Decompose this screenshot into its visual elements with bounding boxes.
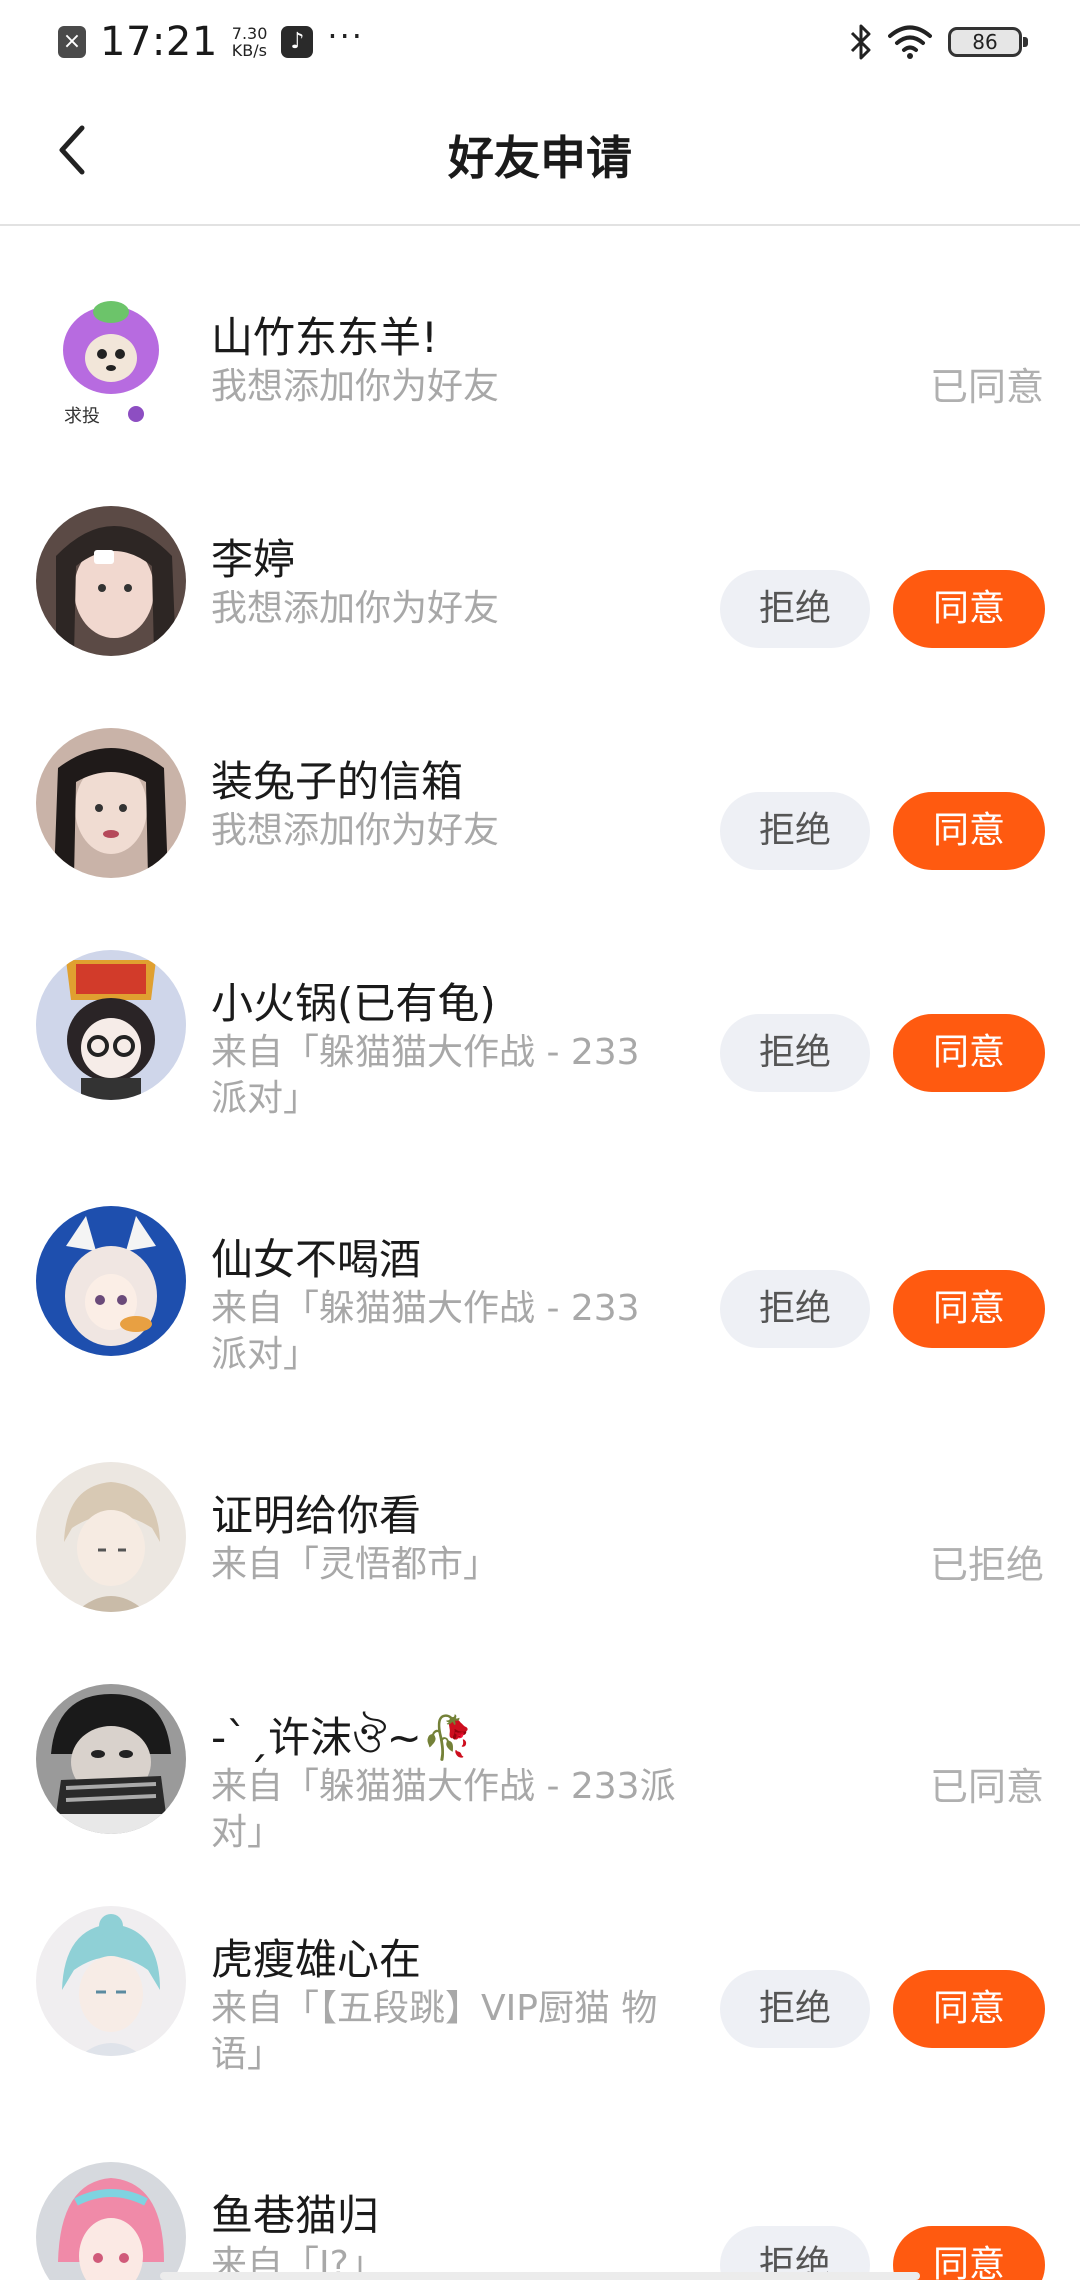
requester-name: 小火锅(已有龟) (211, 979, 496, 1028)
network-speed: 7.30 KB/s (232, 25, 268, 59)
avatar-character-icon (36, 1906, 186, 2056)
status-time: 17:21 (100, 19, 218, 65)
request-info: 装兔子的信箱 我想添加你为好友 (211, 756, 681, 854)
request-note: 我想添加你为好友 (211, 810, 500, 851)
avatar[interactable] (36, 1684, 186, 1834)
battery-icon: 86 (948, 27, 1028, 57)
request-info: 虎瘦雄心在 来自「【五段跳】VIP厨猫 物语」 (211, 1934, 681, 2078)
avatar[interactable] (36, 506, 186, 656)
avatar[interactable] (36, 1462, 186, 1612)
requester-name: 鱼巷猫归 (211, 2191, 380, 2240)
request-info: 小火锅(已有龟) 来自「躲猫猫大作战 - 233 派对」 (211, 978, 681, 1122)
reject-button[interactable]: 拒绝 (720, 1014, 870, 1092)
avatar-character-icon (36, 1462, 186, 1612)
notification-close-icon: × (58, 26, 86, 58)
reject-button[interactable]: 拒绝 (720, 792, 870, 870)
user-photo-icon (36, 728, 186, 878)
friend-request-row: 仙女不喝酒 来自「躲猫猫大作战 - 233 派对」 拒绝 同意 (0, 1150, 1080, 1406)
avatar[interactable] (36, 2162, 186, 2280)
accept-button[interactable]: 同意 (893, 1014, 1045, 1092)
request-status: 已拒绝 (929, 1543, 1044, 1587)
friend-request-row: 装兔子的信箱 我想添加你为好友 拒绝 同意 (0, 672, 1080, 894)
request-note: 来自「【五段跳】VIP厨猫 物语」 (211, 1988, 658, 2075)
friend-request-row: -ˋˏ许沫ঔ~🥀 来自「躲猫猫大作战 - 233派对」 已同意 (0, 1628, 1080, 1853)
requester-name: 山竹东东羊! (211, 313, 438, 362)
reject-button[interactable]: 拒绝 (720, 570, 870, 648)
request-info: 鱼巷猫归 来自「I?」 (211, 2190, 681, 2280)
friend-request-row: 虎瘦雄心在 来自「【五段跳】VIP厨猫 物语」 拒绝 同意 (0, 1850, 1080, 2106)
request-info: 李婷 我想添加你为好友 (211, 534, 681, 632)
accept-button[interactable]: 同意 (893, 792, 1045, 870)
reject-button[interactable]: 拒绝 (720, 1970, 870, 2048)
bluetooth-icon (850, 24, 871, 60)
request-status: 已同意 (929, 365, 1044, 409)
request-info: 山竹东东羊! 我想添加你为好友 (211, 312, 681, 410)
sheep-avatar-icon: 求投 (36, 284, 186, 434)
requester-name: 证明给你看 (211, 1491, 422, 1540)
request-info: -ˋˏ许沫ঔ~🥀 来自「躲猫猫大作战 - 233派对」 (211, 1712, 681, 1856)
avatar-character-icon (36, 1206, 186, 1356)
avatar-character-icon (36, 2162, 186, 2280)
requester-name: 仙女不喝酒 (211, 1235, 422, 1284)
tiktok-icon: ♪ (281, 26, 314, 58)
request-info: 证明给你看 来自「灵悟都市」 (211, 1490, 681, 1588)
friend-request-list[interactable]: 求投 山竹东东羊! 我想添加你为好友 已同意 李婷 我想添加你为好友 拒绝 同意… (0, 228, 1080, 2280)
avatar[interactable]: 求投 (36, 284, 186, 434)
status-right: 86 (850, 18, 1028, 66)
request-note: 来自「躲猫猫大作战 - 233 派对」 (211, 1032, 640, 1119)
network-speed-unit: KB/s (231, 41, 267, 60)
page-title: 好友申请 (448, 131, 632, 185)
friend-request-row: 李婷 我想添加你为好友 拒绝 同意 (0, 450, 1080, 672)
friend-request-row: 鱼巷猫归 来自「I?」 拒绝 同意 (0, 2106, 1080, 2280)
avatar-character-icon (36, 950, 186, 1100)
request-status: 已同意 (929, 1765, 1044, 1809)
request-note: 我想添加你为好友 (211, 366, 500, 407)
requester-name: 李婷 (211, 535, 296, 584)
accept-button[interactable]: 同意 (893, 570, 1045, 648)
avatar[interactable] (36, 1906, 186, 2056)
friend-request-row: 证明给你看 来自「灵悟都市」 已拒绝 (0, 1406, 1080, 1628)
svg-text:求投: 求投 (64, 406, 100, 427)
friend-request-row: 小火锅(已有龟) 来自「躲猫猫大作战 - 233 派对」 拒绝 同意 (0, 894, 1080, 1150)
bottom-gesture-bar (160, 2272, 920, 2280)
avatar[interactable] (36, 1206, 186, 1356)
more-notifications-icon: ··· (327, 17, 364, 55)
network-speed-value: 7.30 (231, 24, 268, 43)
accept-button[interactable]: 同意 (893, 1970, 1045, 2048)
request-note: 来自「灵悟都市」 (211, 1544, 500, 1585)
request-info: 仙女不喝酒 来自「躲猫猫大作战 - 233 派对」 (211, 1234, 681, 1378)
accept-button[interactable]: 同意 (893, 1270, 1045, 1348)
avatar[interactable] (36, 950, 186, 1100)
requester-name: 虎瘦雄心在 (211, 1935, 422, 1984)
avatar[interactable] (36, 728, 186, 878)
requester-name: 装兔子的信箱 (211, 757, 464, 806)
header: 好友申请 (0, 84, 1080, 226)
status-bar: × 17:21 7.30 KB/s ♪ ··· 86 (0, 0, 1080, 84)
friend-request-row: 求投 山竹东东羊! 我想添加你为好友 已同意 (0, 228, 1080, 450)
reject-button[interactable]: 拒绝 (720, 1270, 870, 1348)
status-left: × 17:21 7.30 KB/s ♪ ··· (58, 17, 364, 66)
request-note: 来自「躲猫猫大作战 - 233派对」 (211, 1766, 676, 1853)
request-note: 来自「躲猫猫大作战 - 233 派对」 (211, 1288, 640, 1375)
user-photo-icon (36, 1684, 186, 1834)
request-note: 我想添加你为好友 (211, 588, 500, 629)
requester-name: -ˋˏ许沫ঔ~🥀 (211, 1713, 475, 1762)
user-photo-icon (36, 506, 186, 656)
wifi-icon (888, 25, 932, 59)
